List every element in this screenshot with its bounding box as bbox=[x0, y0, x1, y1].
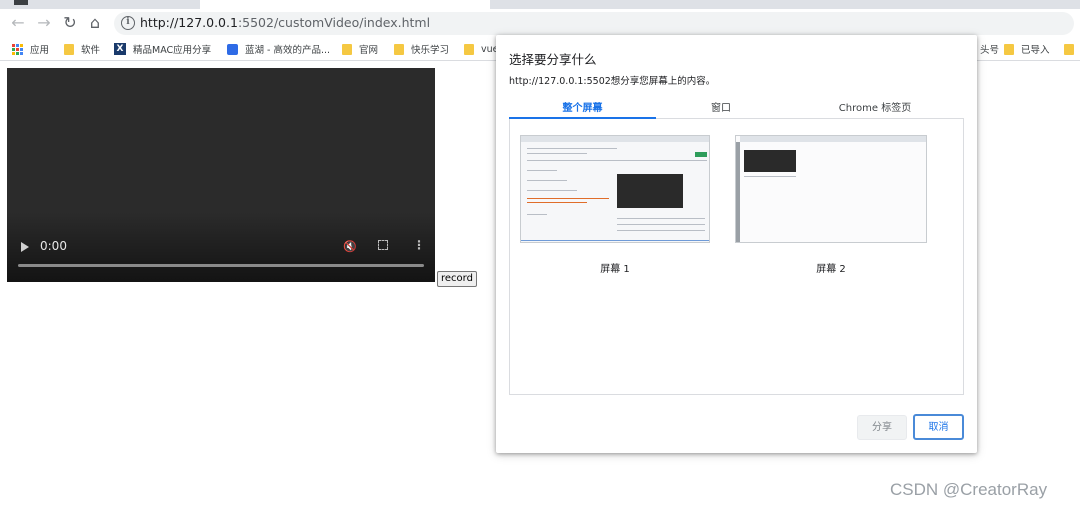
bookmark-label: 精品MAC应用分享 bbox=[133, 45, 212, 56]
tab-chrome-tab[interactable]: Chrome 标签页 bbox=[786, 99, 964, 114]
bookmark-label: 头号 bbox=[980, 45, 1000, 56]
tab-strip bbox=[0, 0, 1080, 9]
bookmark-software[interactable]: 软件 bbox=[64, 41, 100, 57]
bookmark-overflow[interactable] bbox=[1064, 41, 1080, 57]
forward-icon[interactable]: → bbox=[34, 13, 54, 33]
active-tab[interactable] bbox=[200, 0, 490, 9]
apps-grid-icon bbox=[12, 43, 23, 55]
lanhu-logo-icon bbox=[227, 43, 238, 55]
volume-icon[interactable]: 🔇 bbox=[343, 240, 357, 253]
share-button[interactable]: 分享 bbox=[857, 415, 907, 440]
bookmark-vue[interactable]: vue bbox=[464, 41, 499, 57]
folder-icon bbox=[1004, 43, 1014, 55]
bookmark-label: 应用 bbox=[30, 45, 50, 56]
play-icon[interactable] bbox=[21, 242, 29, 252]
video-progress-bar[interactable] bbox=[18, 264, 424, 267]
bookmark-lanhu[interactable]: 蓝湖 - 高效的产品... bbox=[227, 41, 330, 57]
bookmark-apps[interactable]: 应用 bbox=[12, 41, 49, 57]
bookmark-label: 软件 bbox=[81, 45, 101, 56]
screen-1-label: 屏幕 1 bbox=[600, 264, 630, 275]
tab-window[interactable]: 窗口 bbox=[656, 99, 786, 114]
record-button[interactable]: record bbox=[437, 271, 477, 287]
screen-1-thumbnail[interactable] bbox=[520, 135, 710, 243]
cancel-button[interactable]: 取消 bbox=[913, 414, 964, 440]
bookmark-label: 快乐学习 bbox=[411, 45, 450, 56]
folder-icon bbox=[394, 43, 404, 55]
back-icon[interactable]: ← bbox=[8, 13, 28, 33]
bookmark-label: 官网 bbox=[359, 45, 379, 56]
bookmark-study[interactable]: 快乐学习 bbox=[394, 41, 449, 57]
share-source-tabs: 整个屏幕 窗口 Chrome 标签页 bbox=[509, 95, 964, 119]
site-info-icon[interactable]: i bbox=[121, 16, 135, 30]
folder-icon bbox=[1064, 43, 1074, 55]
dialog-message: http://127.0.0.1:5502想分享您屏幕上的内容。 bbox=[509, 76, 716, 87]
x-logo-icon: X bbox=[114, 43, 126, 55]
url-text[interactable]: http://127.0.0.1:5502/customVideo/index.… bbox=[140, 15, 430, 30]
fullscreen-icon[interactable] bbox=[378, 240, 388, 250]
watermark: CSDN @CreatorRay bbox=[890, 480, 1048, 499]
folder-icon bbox=[64, 43, 74, 55]
more-options-icon[interactable]: ⋮ bbox=[413, 238, 425, 252]
video-player[interactable]: 0:00 🔇 ⋮ bbox=[7, 68, 435, 282]
browser-toolbar: ← → ↻ ⌂ i http://127.0.0.1:5502/customVi… bbox=[0, 9, 1080, 37]
bookmark-official[interactable]: 官网 bbox=[342, 41, 378, 57]
screen-list: 屏幕 1 屏幕 2 bbox=[509, 119, 964, 395]
address-bar[interactable]: i http://127.0.0.1:5502/customVideo/inde… bbox=[114, 12, 1074, 35]
reload-icon[interactable]: ↻ bbox=[60, 13, 80, 33]
folder-icon bbox=[464, 43, 474, 55]
bookmark-mac-apps[interactable]: X 精品MAC应用分享 bbox=[114, 41, 211, 57]
tab-favicon bbox=[14, 0, 28, 5]
home-icon[interactable]: ⌂ bbox=[85, 13, 105, 33]
screen-2-thumbnail[interactable] bbox=[735, 135, 927, 243]
bookmark-imported[interactable]: 已导入 bbox=[1004, 41, 1050, 57]
bookmark-toutiao[interactable]: 头号 bbox=[980, 41, 999, 57]
folder-icon bbox=[342, 43, 352, 55]
video-controls-shade bbox=[7, 212, 435, 282]
bookmark-label: 蓝湖 - 高效的产品... bbox=[245, 45, 331, 56]
share-screen-dialog: 选择要分享什么 http://127.0.0.1:5502想分享您屏幕上的内容。… bbox=[496, 35, 977, 453]
video-time: 0:00 bbox=[40, 239, 67, 253]
dialog-title: 选择要分享什么 bbox=[509, 52, 597, 67]
tab-entire-screen[interactable]: 整个屏幕 bbox=[509, 99, 656, 114]
bookmark-label: 已导入 bbox=[1021, 45, 1050, 56]
screen-2-label: 屏幕 2 bbox=[816, 264, 846, 275]
